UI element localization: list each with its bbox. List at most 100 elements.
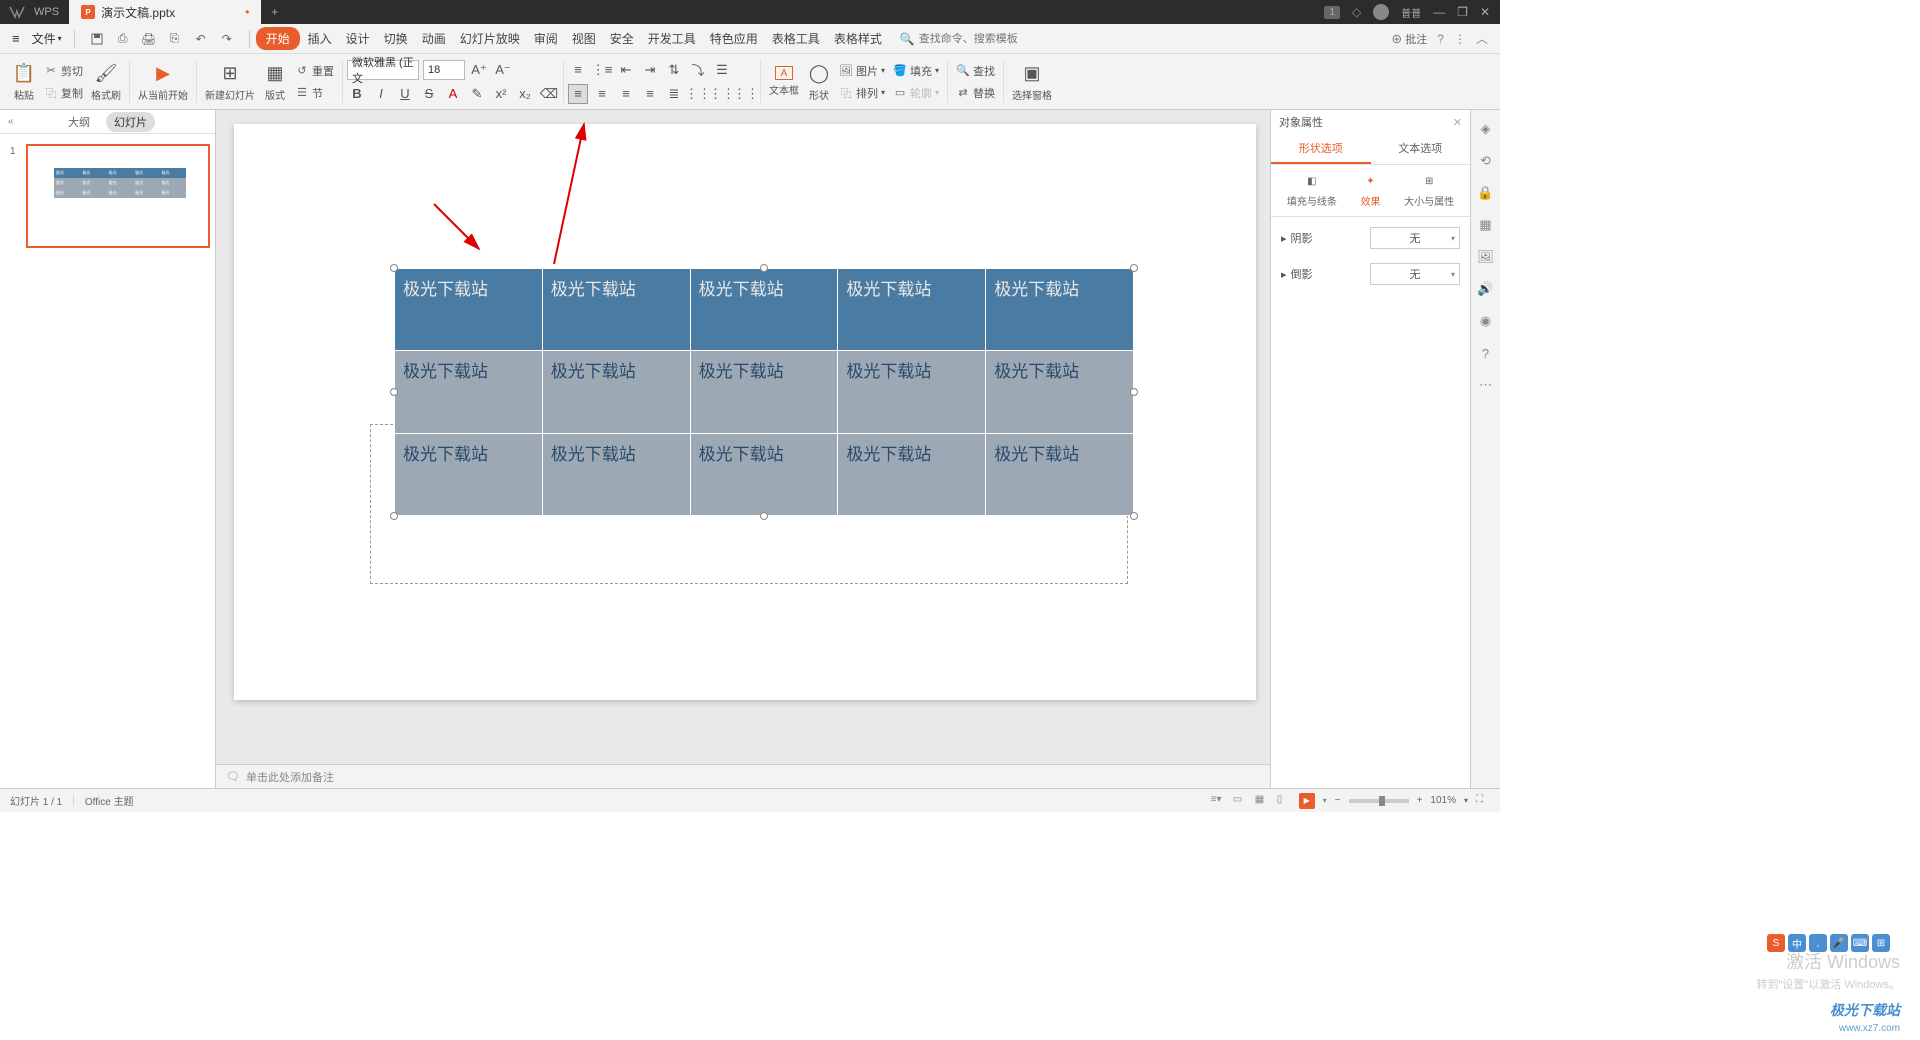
tab-security[interactable]: 安全 bbox=[604, 26, 640, 51]
document-tab[interactable]: P 演示文稿.pptx • bbox=[69, 0, 261, 24]
tab-slideshow[interactable]: 幻灯片放映 bbox=[454, 26, 526, 51]
cut-button[interactable]: ✂剪切 bbox=[40, 61, 87, 81]
list2-button[interactable]: ⋮⋮ bbox=[712, 84, 732, 104]
table-cell[interactable]: 极光下载站 bbox=[838, 433, 986, 515]
undo-icon[interactable]: ↶ bbox=[193, 31, 209, 47]
table-cell[interactable]: 极光下载站 bbox=[838, 351, 986, 433]
increase-font-icon[interactable]: A⁺ bbox=[469, 60, 489, 80]
table-cell[interactable]: 极光下载站 bbox=[395, 351, 543, 433]
picture-button[interactable]: 🖼图片▾ bbox=[835, 61, 889, 81]
selection-handle[interactable] bbox=[1130, 388, 1138, 396]
zoom-slider[interactable] bbox=[1349, 799, 1409, 803]
export-icon[interactable]: ⎘ bbox=[167, 31, 183, 47]
tab-home[interactable]: 开始 bbox=[256, 27, 300, 50]
selection-handle[interactable] bbox=[1130, 512, 1138, 520]
list1-button[interactable]: ⋮⋮ bbox=[688, 84, 708, 104]
hamburger-icon[interactable]: ≡ bbox=[8, 27, 24, 50]
textbox-button[interactable]: A 文本框 bbox=[765, 64, 803, 99]
slides-tab[interactable]: 幻灯片 bbox=[106, 112, 155, 132]
section-button[interactable]: ☰节 bbox=[291, 83, 338, 103]
notes-toggle-icon[interactable]: ≡▾ bbox=[1211, 794, 1225, 808]
user-avatar[interactable] bbox=[1373, 4, 1389, 20]
align-right-button[interactable]: ≡ bbox=[616, 84, 636, 104]
save-icon[interactable] bbox=[89, 31, 105, 47]
distribute-button[interactable]: ≣ bbox=[664, 84, 684, 104]
selection-handle[interactable] bbox=[760, 264, 768, 272]
selection-handle[interactable] bbox=[390, 388, 398, 396]
shape-options-tab[interactable]: 形状选项 bbox=[1271, 134, 1371, 164]
tab-review[interactable]: 审阅 bbox=[528, 26, 564, 51]
ime-cn-icon[interactable]: 中 bbox=[1788, 934, 1806, 952]
close-panel-icon[interactable]: ✕ bbox=[1453, 116, 1462, 129]
rail-library-icon[interactable]: ▦ bbox=[1477, 216, 1495, 234]
subscript-button[interactable]: x₂ bbox=[515, 84, 535, 104]
help-icon[interactable]: ? bbox=[1437, 32, 1444, 46]
rail-clock-icon[interactable]: ◉ bbox=[1477, 312, 1495, 330]
list3-button[interactable]: ⋮⋮ bbox=[736, 84, 756, 104]
fill-line-tab[interactable]: ◧ 填充与线条 bbox=[1287, 173, 1337, 208]
text-options-tab[interactable]: 文本选项 bbox=[1371, 134, 1471, 164]
tab-devtools[interactable]: 开发工具 bbox=[642, 26, 702, 51]
bullets-button[interactable]: ≡ bbox=[568, 60, 588, 80]
shadow-select[interactable]: 无 bbox=[1370, 227, 1460, 249]
minimize-button[interactable]: — bbox=[1433, 5, 1445, 19]
indent-increase-button[interactable]: ⇥ bbox=[640, 60, 660, 80]
format-painter-button[interactable]: 🖌 格式刷 bbox=[87, 59, 125, 104]
zoom-in-button[interactable]: + bbox=[1417, 795, 1423, 806]
cloud-icon[interactable]: ◇ bbox=[1352, 5, 1361, 19]
table-cell[interactable]: 极光下载站 bbox=[395, 269, 543, 351]
slide-canvas[interactable]: 极光下载站 极光下载站 极光下载站 极光下载站 极光下载站 极光下载站 极光下载… bbox=[216, 110, 1270, 788]
tab-transition[interactable]: 切换 bbox=[378, 26, 414, 51]
fill-button[interactable]: 🪣填充▾ bbox=[889, 61, 943, 81]
clear-format-button[interactable]: ⌫ bbox=[539, 84, 559, 104]
slide[interactable]: 极光下载站 极光下载站 极光下载站 极光下载站 极光下载站 极光下载站 极光下载… bbox=[234, 124, 1256, 700]
reset-button[interactable]: ↺重置 bbox=[291, 61, 338, 81]
rail-image-icon[interactable]: 🖼 bbox=[1477, 248, 1495, 266]
replace-button[interactable]: ⇄替换 bbox=[952, 83, 999, 103]
selection-handle[interactable] bbox=[760, 512, 768, 520]
collapse-ribbon-icon[interactable]: ︿ bbox=[1476, 30, 1488, 47]
font-color-button[interactable]: A bbox=[443, 84, 463, 104]
ime-punct-icon[interactable]: , bbox=[1809, 934, 1827, 952]
maximize-button[interactable]: ❐ bbox=[1457, 5, 1468, 19]
rail-sound-icon[interactable]: 🔊 bbox=[1477, 280, 1495, 298]
rail-more-icon[interactable]: ⋯ bbox=[1477, 376, 1495, 394]
ime-kbd-icon[interactable]: ⌨ bbox=[1851, 934, 1869, 952]
shape-button[interactable]: ◯ 形状 bbox=[803, 59, 835, 104]
tab-insert[interactable]: 插入 bbox=[302, 26, 338, 51]
selection-handle[interactable] bbox=[390, 512, 398, 520]
table-cell[interactable]: 极光下载站 bbox=[986, 433, 1134, 515]
slideshow-button[interactable]: ▶ bbox=[1299, 793, 1315, 809]
decrease-font-icon[interactable]: A⁻ bbox=[493, 60, 513, 80]
font-name-select[interactable]: 微软雅黑 (正文 bbox=[347, 60, 419, 80]
table-cell[interactable]: 极光下载站 bbox=[395, 433, 543, 515]
rail-transition-icon[interactable]: ⟲ bbox=[1477, 152, 1495, 170]
ime-s-icon[interactable]: S bbox=[1767, 934, 1785, 952]
ime-mic-icon[interactable]: 🎤 bbox=[1830, 934, 1848, 952]
slide-thumbnail[interactable]: 极光极光极光极光极光 极光极光极光极光极光 极光极光极光极光极光 bbox=[26, 144, 210, 248]
zoom-value[interactable]: 101% bbox=[1430, 795, 1456, 806]
italic-button[interactable]: I bbox=[371, 84, 391, 104]
outline-button[interactable]: ▭轮廓▾ bbox=[889, 83, 943, 103]
select-pane-button[interactable]: ▣ 选择窗格 bbox=[1008, 59, 1056, 104]
annotate-button[interactable]: ⊕ 批注 bbox=[1391, 31, 1427, 47]
table-cell[interactable]: 极光下载站 bbox=[542, 351, 690, 433]
align-left-button[interactable]: ≡ bbox=[568, 84, 588, 104]
options-icon[interactable]: ⋮ bbox=[1454, 32, 1466, 46]
strike-button[interactable]: S bbox=[419, 84, 439, 104]
new-slide-button[interactable]: ⊞ 新建幻灯片 bbox=[201, 59, 259, 104]
close-button[interactable]: ✕ bbox=[1480, 5, 1490, 19]
notes-bar[interactable]: 🗨 单击此处添加备注 bbox=[216, 764, 1270, 788]
size-props-tab[interactable]: ⊞ 大小与属性 bbox=[1404, 173, 1454, 208]
align-center-button[interactable]: ≡ bbox=[592, 84, 612, 104]
outline-tab[interactable]: 大纲 bbox=[60, 112, 98, 132]
print-preview-icon[interactable]: ⎙ bbox=[115, 31, 131, 47]
table-cell[interactable]: 极光下载站 bbox=[542, 433, 690, 515]
selection-handle[interactable] bbox=[1130, 264, 1138, 272]
table-cell[interactable]: 极光下载站 bbox=[690, 351, 838, 433]
line-spacing-button[interactable]: ⇅ bbox=[664, 60, 684, 80]
highlight-button[interactable]: ✎ bbox=[467, 84, 487, 104]
tab-features[interactable]: 特色应用 bbox=[704, 26, 764, 51]
table-cell[interactable]: 极光下载站 bbox=[690, 269, 838, 351]
paste-button[interactable]: 📋 粘贴 bbox=[8, 59, 40, 104]
